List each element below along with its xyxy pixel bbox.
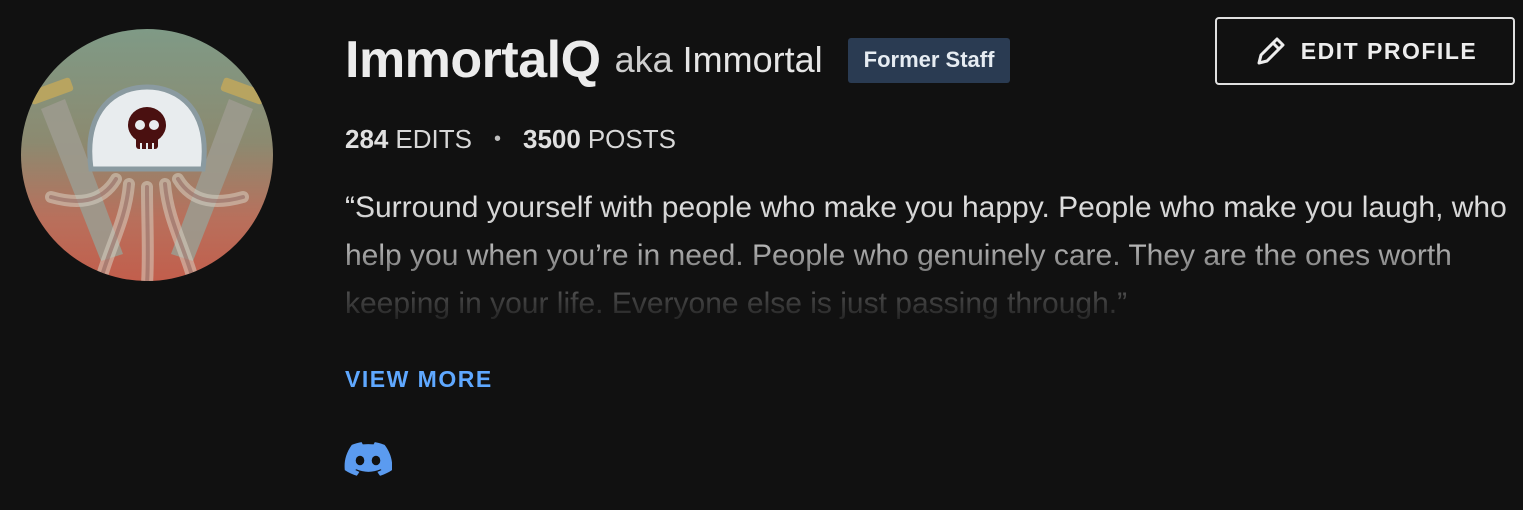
pencil-icon	[1257, 37, 1285, 65]
avatar	[21, 29, 273, 281]
jellyfish-skull-avatar-icon	[21, 29, 273, 281]
aka-label: aka	[614, 39, 673, 80]
edit-profile-label: EDIT PROFILE	[1300, 37, 1478, 64]
posts-count: 3500	[522, 124, 581, 154]
edit-profile-button[interactable]: EDIT PROFILE	[1215, 17, 1515, 85]
edits-label: EDITS	[395, 124, 472, 154]
profile-stats: 284 EDITS • 3500 POSTS	[345, 124, 676, 155]
discord-logo	[344, 442, 393, 476]
profile-header: ImmortalQ aka Immortal Former Staff EDIT…	[0, 0, 1523, 510]
edits-count: 284	[345, 124, 389, 154]
stats-separator: •	[493, 128, 501, 150]
status-badge: Former Staff	[847, 37, 1011, 83]
alias: aka Immortal	[615, 39, 823, 81]
alias-name: Immortal	[682, 39, 823, 80]
posts-label: POSTS	[587, 124, 676, 154]
profile-bio: “Surround yourself with people who make …	[345, 191, 1507, 320]
discord-icon[interactable]	[344, 442, 393, 476]
profile-title-row: ImmortalQ aka Immortal Former Staff	[345, 30, 1011, 90]
username: ImmortalQ	[345, 31, 601, 89]
view-more-link[interactable]: VIEW MORE	[345, 366, 493, 393]
